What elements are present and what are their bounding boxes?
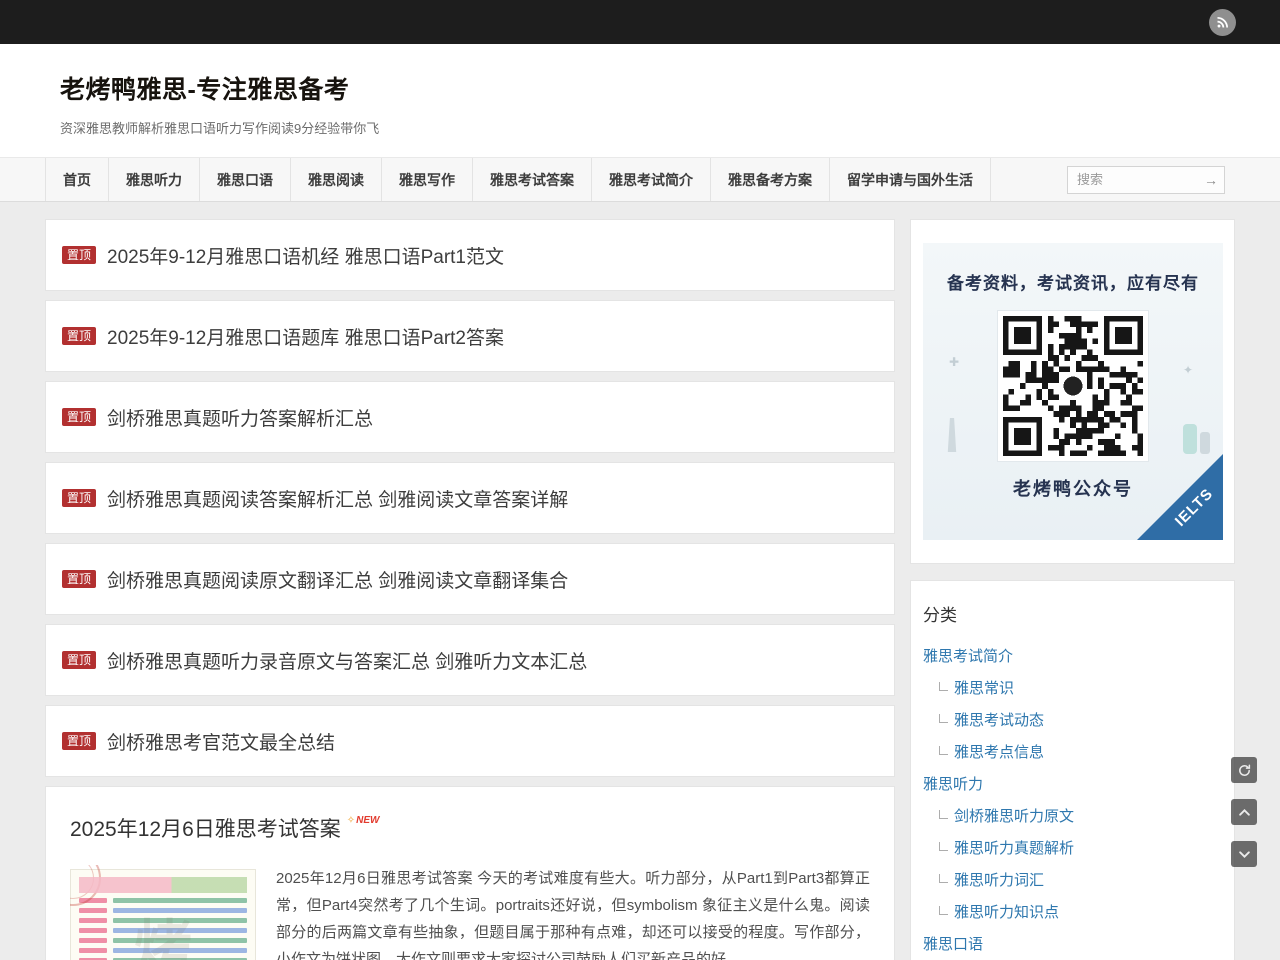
nav-item-abroad[interactable]: 留学申请与国外生活 (830, 158, 991, 201)
category-item-child: 雅思常识 (939, 673, 1222, 705)
post-title: 2025年9-12月雅思口语题库 雅思口语Part2答案 (107, 323, 504, 350)
pinned-badge: 置顶 (62, 732, 96, 750)
pinned-badge: 置顶 (62, 651, 96, 669)
sticky-post-card[interactable]: 置顶 剑桥雅思真题听力录音原文与答案汇总 剑雅听力文本汇总 (45, 624, 895, 696)
pinned-badge: 置顶 (62, 489, 96, 507)
category-item-child: 雅思考点信息 (939, 737, 1222, 769)
categories-widget: 分类 雅思考试简介 雅思常识 雅思考试动态 雅思考点信息 雅思听力 剑桥雅思听力… (910, 580, 1235, 960)
post-title: 剑桥雅思真题阅读答案解析汇总 剑雅阅读文章答案详解 (107, 485, 568, 512)
site-header: 老烤鸭雅思-专注雅思备考 资深雅思教师解析雅思口语听力写作阅读9分经验带你飞 (0, 44, 1280, 157)
pinned-badge: 置顶 (62, 408, 96, 426)
scroll-bottom-icon[interactable] (1231, 841, 1257, 867)
category-item-child: 雅思听力词汇 (939, 865, 1222, 897)
sticky-post-card[interactable]: 置顶 剑桥雅思真题听力答案解析汇总 (45, 381, 895, 453)
sticky-post-card[interactable]: 置顶 剑桥雅思真题阅读答案解析汇总 剑雅阅读文章答案详解 (45, 462, 895, 534)
category-item-child: 雅思听力真题解析 (939, 833, 1222, 865)
floating-toolbar (1231, 757, 1257, 867)
category-item-child: 雅思考试动态 (939, 705, 1222, 737)
category-item: 雅思听力 (923, 769, 1222, 801)
bottles-illustration (1183, 424, 1197, 454)
promo-headline: 备考资料，考试资讯，应有尽有 (923, 269, 1223, 294)
post-title: 剑桥雅思真题阅读原文翻译汇总 剑雅阅读文章翻译集合 (107, 566, 568, 593)
post-title: 剑桥雅思真题听力答案解析汇总 (107, 404, 373, 431)
post-title: 2025年9-12月雅思口语机经 雅思口语Part1范文 (107, 242, 504, 269)
search-input[interactable] (1068, 172, 1198, 187)
category-item: 雅思考试简介 (923, 641, 1222, 673)
top-bar (0, 0, 1280, 44)
post-title: 剑桥雅思考官范文最全总结 (107, 728, 335, 755)
sticky-post-card[interactable]: 置顶 剑桥雅思真题阅读原文翻译汇总 剑雅阅读文章翻译集合 (45, 543, 895, 615)
nav-item-listening[interactable]: 雅思听力 (109, 158, 200, 201)
main-nav: 首页 雅思听力 雅思口语 雅思阅读 雅思写作 雅思考试答案 雅思考试简介 雅思备… (0, 157, 1280, 202)
wechat-promo-image[interactable]: 备考资料，考试资讯，应有尽有 ✚ ✦ 老烤鸭公众号 IELTS (923, 243, 1223, 540)
sticky-post-card[interactable]: 置顶 2025年9-12月雅思口语机经 雅思口语Part1范文 (45, 219, 895, 291)
article-title[interactable]: 2025年12月6日雅思考试答案 (70, 813, 341, 843)
promo-widget: 备考资料，考试资讯，应有尽有 ✚ ✦ 老烤鸭公众号 IELTS (910, 219, 1235, 564)
sticky-post-card[interactable]: 置顶 2025年9-12月雅思口语题库 雅思口语Part2答案 (45, 300, 895, 372)
nav-item-reading[interactable]: 雅思阅读 (291, 158, 382, 201)
categories-list: 雅思考试简介 雅思常识 雅思考试动态 雅思考点信息 雅思听力 剑桥雅思听力原文 … (923, 641, 1222, 960)
category-item-child: 雅思听力知识点 (939, 897, 1222, 929)
nav-item-answers[interactable]: 雅思考试答案 (473, 158, 592, 201)
site-tagline: 资深雅思教师解析雅思口语听力写作阅读9分经验带你飞 (45, 118, 1235, 137)
pinned-badge: 置顶 (62, 570, 96, 588)
site-title[interactable]: 老烤鸭雅思-专注雅思备考 (45, 70, 1235, 106)
nav-item-home[interactable]: 首页 (45, 158, 109, 201)
sidebar: 备考资料，考试资讯，应有尽有 ✚ ✦ 老烤鸭公众号 IELTS 分类 雅思考试简… (910, 219, 1235, 960)
refresh-icon[interactable] (1231, 757, 1257, 783)
article-card: 2025年12月6日雅思考试答案 NEW 烤 (45, 786, 895, 960)
pinned-badge: 置顶 (62, 246, 96, 264)
nav-item-writing[interactable]: 雅思写作 (382, 158, 473, 201)
nav-item-speaking[interactable]: 雅思口语 (200, 158, 291, 201)
post-title: 剑桥雅思真题听力录音原文与答案汇总 剑雅听力文本汇总 (107, 647, 587, 674)
scroll-top-icon[interactable] (1231, 799, 1257, 825)
nav-item-intro[interactable]: 雅思考试简介 (592, 158, 711, 201)
nav-item-plans[interactable]: 雅思备考方案 (711, 158, 830, 201)
categories-title: 分类 (923, 601, 1222, 626)
lighthouse-illustration (945, 418, 959, 452)
category-item: 雅思口语 (923, 929, 1222, 960)
search-submit-button[interactable]: → (1198, 167, 1224, 193)
new-icon: NEW (347, 815, 380, 826)
qr-code (998, 311, 1148, 461)
content-area: 置顶 2025年9-12月雅思口语机经 雅思口语Part1范文 置顶 2025年… (45, 219, 895, 960)
sticky-post-card[interactable]: 置顶 剑桥雅思考官范文最全总结 (45, 705, 895, 777)
category-item-child: 剑桥雅思听力原文 (939, 801, 1222, 833)
article-thumbnail[interactable]: 烤 (70, 869, 256, 960)
rss-icon[interactable] (1209, 9, 1236, 36)
search-box: → (1067, 166, 1225, 194)
pinned-badge: 置顶 (62, 327, 96, 345)
